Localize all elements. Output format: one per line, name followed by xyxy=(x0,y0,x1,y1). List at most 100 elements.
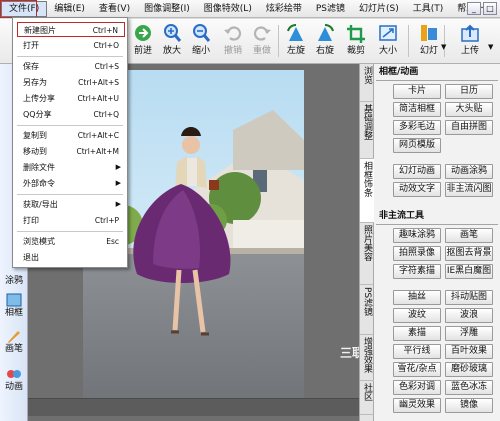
menu-save-as[interactable]: 另存为 Ctrl+Alt+S xyxy=(17,75,125,90)
blinds-effect-button[interactable]: 百叶效果 xyxy=(445,344,493,359)
shake-sticker-button[interactable]: 抖动贴图 xyxy=(445,290,493,305)
fun-doodle-button[interactable]: 趣味涂鸦 xyxy=(393,228,441,243)
tab-frame-deco[interactable]: 相框饰条 xyxy=(360,159,374,223)
menu-view[interactable]: 查看(V) xyxy=(92,1,137,17)
photo-record-button[interactable]: 拍照录像 xyxy=(393,246,441,261)
doodle-tool[interactable]: 涂鸦 xyxy=(1,276,27,287)
undo-button[interactable]: 撤销 xyxy=(218,21,248,61)
menu-exit[interactable]: 退出 xyxy=(17,250,125,265)
card-button[interactable]: 卡片 xyxy=(393,84,441,99)
crop-label: 裁剪 xyxy=(346,46,365,56)
exit-label: 退出 xyxy=(23,253,39,262)
free-collage-button[interactable]: 自由拼图 xyxy=(445,120,493,135)
tab-enhance[interactable]: 增强效果 xyxy=(360,335,374,381)
menu-open[interactable]: 打开 Ctrl+O xyxy=(17,38,125,53)
rotate-left-button[interactable]: 左旋 xyxy=(281,21,311,61)
menu-separator xyxy=(17,194,123,195)
char-sketch-button[interactable]: 字符素描 xyxy=(393,264,441,279)
slide-animation-button[interactable]: 幻灯动画 xyxy=(393,164,441,179)
photo-sticker-button[interactable]: 大头贴 xyxy=(445,102,493,117)
simple-frame-button[interactable]: 简洁相框 xyxy=(393,102,441,117)
toolbar-separator xyxy=(408,25,409,57)
ripple-button[interactable]: 波纹 xyxy=(393,308,441,323)
menu-save[interactable]: 保存 Ctrl+S xyxy=(17,59,125,74)
zoom-in-button[interactable]: 放大 xyxy=(157,21,187,61)
animated-doodle-button[interactable]: 动画涂鸦 xyxy=(445,164,493,179)
colorful-border-button[interactable]: 多彩毛边 xyxy=(393,120,441,135)
redo-label: 重做 xyxy=(252,46,271,56)
blue-freeze-button[interactable]: 蓝色冰冻 xyxy=(445,380,493,395)
doodle-label: 涂鸦 xyxy=(4,276,23,286)
crop-icon xyxy=(347,25,365,43)
animated-text-button[interactable]: 动效文字 xyxy=(393,182,441,197)
wave-button[interactable]: 波浪 xyxy=(445,308,493,323)
menu-import-export[interactable]: 获取/导出 ▶ xyxy=(17,197,125,212)
ghost-effect-button[interactable]: 幽灵效果 xyxy=(393,398,441,413)
menu-external-command[interactable]: 外部命令 ▶ xyxy=(17,176,125,191)
minimize-button[interactable]: _ xyxy=(467,2,481,15)
menu-move-to[interactable]: 移动到 Ctrl+Alt+M xyxy=(17,144,125,159)
browse-mode-label: 浏览模式 xyxy=(23,237,55,246)
file-menu-dropdown: 新建图片 Ctrl+N 打开 Ctrl+O 保存 Ctrl+S 另存为 Ctrl+Alt… xyxy=(12,17,128,268)
emboss-button[interactable]: 浮雕 xyxy=(445,326,493,341)
animation-tool[interactable]: 动画 xyxy=(1,366,27,393)
rotate-right-label: 右旋 xyxy=(315,46,334,56)
color-swap-button[interactable]: 色彩对调 xyxy=(393,380,441,395)
menu-new-image[interactable]: 新建图片 Ctrl+N xyxy=(17,22,125,37)
sketch-button[interactable]: 素描 xyxy=(393,326,441,341)
toolbar-separator xyxy=(444,25,445,57)
move-to-shortcut: Ctrl+Alt+M xyxy=(76,147,119,156)
maximize-button[interactable]: □ xyxy=(483,2,497,15)
menu-edit[interactable]: 编辑(E) xyxy=(47,1,92,17)
menu-qq-share[interactable]: QQ分享 Ctrl+Q xyxy=(17,107,125,122)
calendar-button[interactable]: 日历 xyxy=(445,84,493,99)
ie-bw-magic-button[interactable]: IE黑白魔图 xyxy=(445,264,493,279)
slideshow-label: 幻灯 xyxy=(419,46,438,56)
menu-copy-to[interactable]: 复制到 Ctrl+Alt+C xyxy=(17,128,125,143)
web-template-button[interactable]: 网页模版 xyxy=(393,138,441,153)
menu-browse-mode[interactable]: 浏览模式 Esc xyxy=(17,234,125,249)
resize-button[interactable]: 大小 xyxy=(373,21,403,61)
menu-ps-filter[interactable]: PS滤镜 xyxy=(309,1,352,17)
slideshow-icon xyxy=(421,25,437,41)
parallel-lines-button[interactable]: 平行线 xyxy=(393,344,441,359)
tab-ps-filter[interactable]: PS滤镜 xyxy=(360,285,374,335)
save-label: 保存 xyxy=(23,62,39,71)
slideshow-dropdown-arrow-icon[interactable]: ▼ xyxy=(441,43,446,51)
menu-slideshow[interactable]: 幻灯片(S) xyxy=(352,1,406,17)
zoom-in-label: 放大 xyxy=(162,46,181,56)
tab-photo-beauty[interactable]: 照片美容 xyxy=(360,223,374,285)
menu-separator xyxy=(17,125,123,126)
upload-dropdown-arrow-icon[interactable]: ▼ xyxy=(488,43,493,51)
frame-tool[interactable]: 相框 xyxy=(1,292,27,319)
forward-button[interactable]: 前进 xyxy=(128,21,158,61)
rotate-left-icon xyxy=(287,24,303,41)
mirror-button[interactable]: 镜像 xyxy=(445,398,493,413)
slideshow-button[interactable]: 幻灯 xyxy=(414,21,444,61)
menu-delete-file[interactable]: 删除文件 ▶ xyxy=(17,160,125,175)
menu-print[interactable]: 打印 Ctrl+P xyxy=(17,213,125,228)
menu-color-ribbon[interactable]: 炫彩绘带 xyxy=(259,1,309,17)
copy-to-shortcut: Ctrl+Alt+C xyxy=(77,131,119,140)
flash-image-button[interactable]: 非主流闪图 xyxy=(445,182,493,197)
redo-button[interactable]: 重做 xyxy=(247,21,277,61)
brush-button[interactable]: 画笔 xyxy=(445,228,493,243)
tab-community[interactable]: 社区 xyxy=(360,381,374,415)
zoom-out-button[interactable]: 缩小 xyxy=(186,21,216,61)
menu-separator xyxy=(17,231,123,232)
rotate-right-button[interactable]: 右旋 xyxy=(310,21,340,61)
crop-button[interactable]: 裁剪 xyxy=(341,21,371,61)
frame-label: 相框 xyxy=(4,308,23,318)
menu-image-adjust[interactable]: 图像调整(I) xyxy=(137,1,197,17)
upload-button[interactable]: 上传 xyxy=(455,21,485,61)
menu-upload-share[interactable]: 上传分享 Ctrl+Alt+U xyxy=(17,91,125,106)
tab-browse[interactable]: 浏览 xyxy=(360,64,374,102)
frosted-glass-button[interactable]: 磨砂玻璃 xyxy=(445,362,493,377)
snow-noise-button[interactable]: 雪花/杂点 xyxy=(393,362,441,377)
silk-button[interactable]: 抽丝 xyxy=(393,290,441,305)
remove-background-button[interactable]: 抠图去背景 xyxy=(445,246,493,261)
tab-basic-adjust[interactable]: 基础调整 xyxy=(360,102,374,159)
brush-tool[interactable]: 画笔 xyxy=(1,328,27,355)
menu-tools[interactable]: 工具(T) xyxy=(406,1,451,17)
menu-image-effects[interactable]: 图像特效(L) xyxy=(197,1,259,17)
